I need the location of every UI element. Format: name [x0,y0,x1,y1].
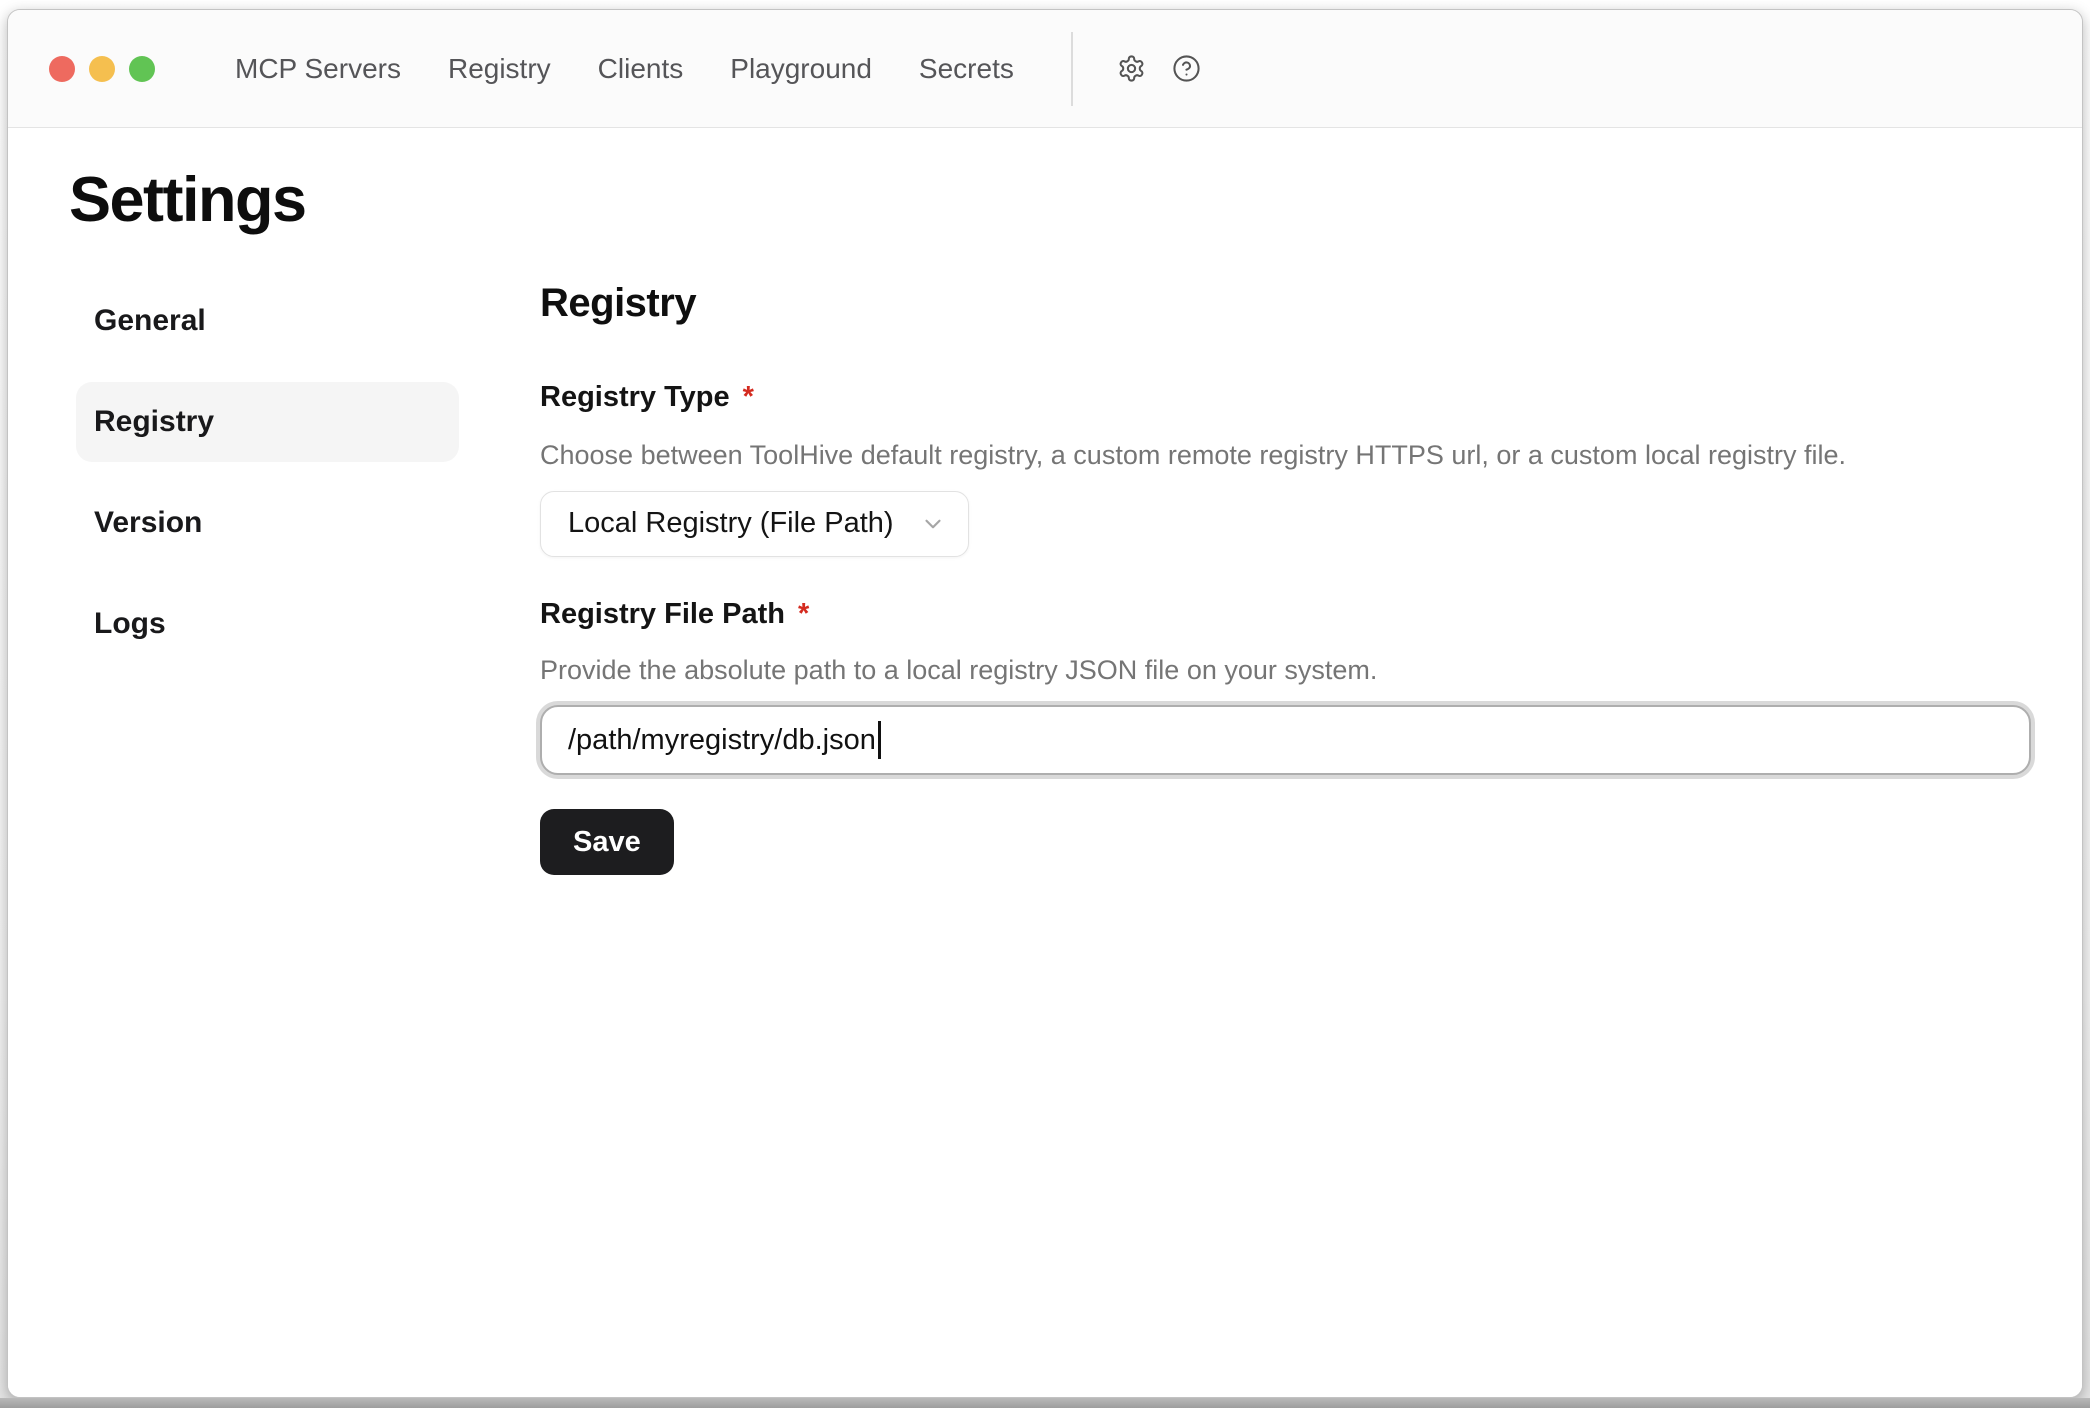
gear-icon [1117,54,1146,83]
registry-type-label: Registry Type [540,380,730,415]
settings-page: Settings General Registry Version Logs R… [8,128,2082,1397]
required-asterisk: * [798,597,809,632]
registry-file-path-value: /path/myregistry/db.json [568,724,876,757]
top-navigation: MCP Servers Registry Clients Playground … [235,55,1014,83]
nav-divider [1071,32,1073,106]
desktop-background: MCP Servers Registry Clients Playground … [0,0,2090,1408]
settings-sidebar: General Registry Version Logs [76,281,459,875]
registry-type-select[interactable]: Local Registry (File Path) [540,491,969,557]
screen-bottom-edge [0,1398,2090,1408]
sidebar-item-version[interactable]: Version [76,483,459,563]
registry-file-path-description: Provide the absolute path to a local reg… [540,654,2031,688]
registry-type-selected-value: Local Registry (File Path) [568,507,894,540]
registry-type-description: Choose between ToolHive default registry… [540,439,2031,473]
help-button[interactable] [1166,48,1208,90]
chevron-down-icon [920,511,946,537]
sidebar-item-logs[interactable]: Logs [76,584,459,664]
close-window-button[interactable] [49,56,75,82]
help-icon [1172,54,1201,83]
text-cursor [878,721,881,759]
registry-settings-panel: Registry Registry Type * Choose between … [540,281,2031,875]
required-asterisk: * [743,380,754,415]
nav-item-secrets[interactable]: Secrets [919,55,1014,83]
app-window: MCP Servers Registry Clients Playground … [7,9,2083,1398]
minimize-window-button[interactable] [89,56,115,82]
registry-file-path-label-row: Registry File Path * [540,597,2031,632]
traffic-lights [49,56,155,82]
sidebar-item-general[interactable]: General [76,281,459,361]
save-button[interactable]: Save [540,809,674,875]
page-title: Settings [69,166,2082,235]
nav-item-clients[interactable]: Clients [598,55,684,83]
sidebar-item-registry[interactable]: Registry [76,382,459,462]
nav-item-registry[interactable]: Registry [448,55,551,83]
settings-gear-button[interactable] [1111,48,1153,90]
registry-file-path-label: Registry File Path [540,597,785,632]
registry-type-label-row: Registry Type * [540,380,2031,415]
nav-item-playground[interactable]: Playground [730,55,872,83]
maximize-window-button[interactable] [129,56,155,82]
section-heading: Registry [540,281,2031,326]
registry-file-path-input[interactable]: /path/myregistry/db.json [540,705,2031,775]
window-titlebar: MCP Servers Registry Clients Playground … [8,10,2082,128]
nav-item-mcp-servers[interactable]: MCP Servers [235,55,401,83]
